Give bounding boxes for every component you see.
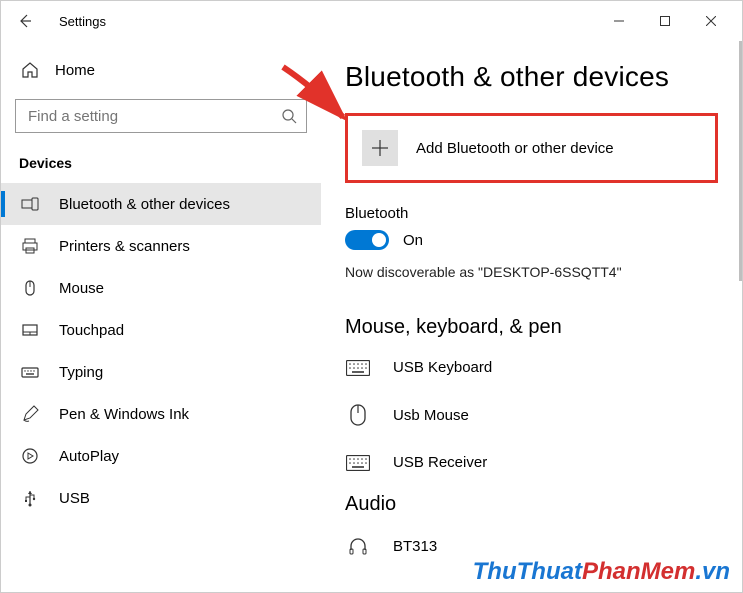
toggle-state: On [403,232,423,249]
sidebar-item-label: Typing [59,364,103,381]
mouse-icon [21,279,39,297]
sidebar-item-autoplay[interactable]: AutoPlay [1,435,321,477]
main-content: Bluetooth & other devices Add Bluetooth … [321,41,742,592]
mouse-device-icon [345,404,371,426]
add-device-label: Add Bluetooth or other device [416,140,614,157]
plus-icon [362,130,398,166]
discoverable-text: Now discoverable as "DESKTOP-6SSQTT4" [345,264,718,280]
sidebar-item-label: Touchpad [59,322,124,339]
sidebar: Home Devices Bluetooth & other devices P… [1,41,321,592]
bluetooth-devices-icon [21,195,39,213]
sidebar-item-usb[interactable]: USB [1,477,321,519]
keyboard-device-icon [345,360,371,376]
keyboard-icon [21,363,39,381]
scrollbar[interactable] [736,41,742,592]
sidebar-item-bluetooth-devices[interactable]: Bluetooth & other devices [1,183,321,225]
section-title-audio: Audio [345,493,718,516]
bluetooth-toggle[interactable] [345,230,389,250]
minimize-button[interactable] [596,5,642,37]
sidebar-item-label: AutoPlay [59,448,119,465]
sidebar-item-touchpad[interactable]: Touchpad [1,309,321,351]
printer-icon [21,237,39,255]
bluetooth-label: Bluetooth [345,205,718,222]
touchpad-icon [21,321,39,339]
sidebar-item-printers[interactable]: Printers & scanners [1,225,321,267]
device-row[interactable]: USB Receiver [345,448,718,493]
device-row[interactable]: USB Keyboard [345,353,718,398]
device-row[interactable]: Usb Mouse [345,398,718,448]
maximize-button[interactable] [642,5,688,37]
pen-icon [21,405,39,423]
page-title: Bluetooth & other devices [345,61,718,93]
device-name: BT313 [393,538,437,555]
home-label: Home [55,62,95,79]
sidebar-item-label: Printers & scanners [59,238,190,255]
search-icon [281,108,297,124]
watermark: ThuThuatPhanMem.vn [473,558,730,586]
home-icon [21,61,39,79]
sidebar-item-label: USB [59,490,90,507]
device-name: USB Receiver [393,454,487,471]
sidebar-item-typing[interactable]: Typing [1,351,321,393]
back-button[interactable] [9,5,41,37]
sidebar-item-pen[interactable]: Pen & Windows Ink [1,393,321,435]
add-device-button[interactable]: Add Bluetooth or other device [345,113,718,183]
keyboard-device-icon [345,455,371,471]
section-title-mkp: Mouse, keyboard, & pen [345,316,718,339]
sidebar-item-mouse[interactable]: Mouse [1,267,321,309]
device-name: USB Keyboard [393,359,492,376]
home-nav[interactable]: Home [1,53,321,87]
search-input[interactable] [15,99,307,133]
scroll-thumb[interactable] [739,41,742,281]
close-button[interactable] [688,5,734,37]
autoplay-icon [21,447,39,465]
sidebar-item-label: Bluetooth & other devices [59,196,230,213]
headphone-icon [345,536,371,556]
window-title: Settings [59,14,106,29]
usb-icon [21,489,39,507]
device-name: Usb Mouse [393,407,469,424]
sidebar-item-label: Mouse [59,280,104,297]
sidebar-section-title: Devices [1,149,321,183]
sidebar-item-label: Pen & Windows Ink [59,406,189,423]
